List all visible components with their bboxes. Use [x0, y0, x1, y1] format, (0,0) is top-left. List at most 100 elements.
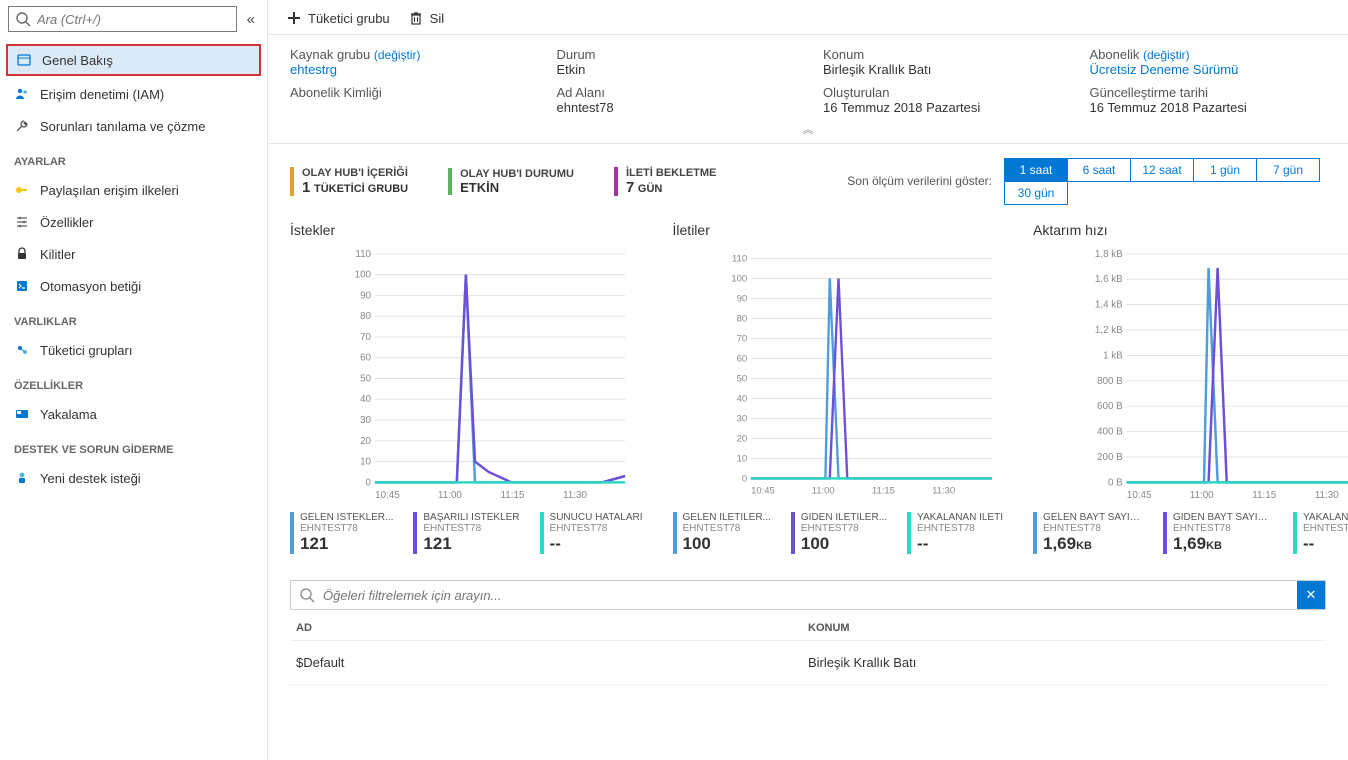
svg-text:400 B: 400 B	[1097, 427, 1123, 438]
svg-text:11:15: 11:15	[501, 490, 525, 501]
sidebar-item-overview[interactable]: Genel Bakış	[6, 44, 261, 76]
status-value: Etkin	[557, 62, 794, 77]
column-header-location[interactable]: KONUM	[808, 622, 1320, 634]
kpi-title: OLAY HUB'I DURUMU	[460, 168, 574, 180]
svg-text:70: 70	[360, 332, 371, 343]
time-range-buttons: 1 saat6 saat12 saat1 gün7 gün 30 gün	[1004, 158, 1326, 204]
sidebar: « Genel Bakış Erişim denetimi (IAM) Soru…	[0, 0, 268, 760]
chart-title: İletiler	[673, 222, 1003, 238]
svg-text:800 B: 800 B	[1097, 376, 1123, 387]
table-row[interactable]: $DefaultBirleşik Krallık Batı	[290, 641, 1326, 685]
plus-icon	[286, 10, 302, 26]
time-range-button[interactable]: 1 saat	[1004, 158, 1068, 182]
column-header-name[interactable]: AD	[296, 622, 808, 634]
svg-text:11:15: 11:15	[871, 486, 894, 497]
svg-text:50: 50	[360, 373, 371, 384]
svg-text:90: 90	[360, 290, 371, 301]
sidebar-section-settings: AYARLAR	[0, 142, 267, 174]
svg-text:200 B: 200 B	[1097, 452, 1123, 463]
updated-label: Güncelleştirme tarihi	[1090, 85, 1327, 100]
svg-text:11:30: 11:30	[1315, 490, 1339, 501]
svg-text:11:00: 11:00	[1190, 490, 1214, 501]
status-label: Durum	[557, 47, 794, 62]
metric: BAŞARILI İSTEKLEREHNTEST78121	[413, 512, 519, 554]
sub-label: Abonelik	[1090, 47, 1140, 62]
svg-text:600 B: 600 B	[1097, 401, 1123, 412]
time-range-button[interactable]: 7 gün	[1256, 158, 1320, 182]
sidebar-item-iam[interactable]: Erişim denetimi (IAM)	[0, 78, 267, 110]
filter-input[interactable]	[323, 588, 1289, 603]
svg-text:11:30: 11:30	[563, 490, 587, 501]
svg-text:80: 80	[736, 313, 747, 324]
filter-clear-button[interactable]: ✕	[1297, 581, 1325, 609]
kpi-title: OLAY HUB'I İÇERİĞİ	[302, 167, 408, 179]
chart-plot[interactable]: 0 B200 B400 B600 B800 B1 kB1,2 kB1,4 kB1…	[1033, 244, 1348, 504]
metric: SUNUCU HATALARIEHNTEST78--	[540, 512, 643, 554]
sidebar-item-automation[interactable]: Otomasyon betiği	[0, 270, 267, 302]
wrench-icon	[14, 118, 30, 134]
time-range-button[interactable]: 1 gün	[1193, 158, 1257, 182]
chart-title: Aktarım hızı	[1033, 222, 1348, 238]
svg-text:1 kB: 1 kB	[1103, 350, 1123, 361]
svg-text:30: 30	[736, 413, 747, 424]
toolbar-label: Sil	[430, 11, 444, 26]
capture-icon	[14, 406, 30, 422]
sidebar-item-consumer-groups[interactable]: Tüketici grupları	[0, 334, 267, 366]
sidebar-item-label: Paylaşılan erişim ilkeleri	[40, 183, 179, 198]
rg-link[interactable]: ehtestrg	[290, 62, 527, 77]
svg-text:11:00: 11:00	[438, 490, 462, 501]
sidebar-item-properties[interactable]: Özellikler	[0, 206, 267, 238]
svg-text:40: 40	[360, 394, 371, 405]
sub-change-link[interactable]: (değiştir)	[1143, 48, 1190, 62]
svg-text:40: 40	[736, 393, 747, 404]
metric: GİDEN İLETİLER...EHNTEST78100	[791, 512, 887, 554]
sidebar-item-locks[interactable]: Kilitler	[0, 238, 267, 270]
svg-text:10: 10	[736, 453, 747, 464]
sidebar-collapse-button[interactable]: «	[243, 9, 259, 30]
location-value: Birleşik Krallık Batı	[823, 62, 1060, 77]
time-range-button[interactable]: 6 saat	[1067, 158, 1131, 182]
svg-text:10:45: 10:45	[1127, 490, 1152, 501]
kpi-value: 1	[302, 179, 310, 196]
svg-text:70: 70	[736, 333, 747, 344]
sidebar-item-support[interactable]: Yeni destek isteği	[0, 462, 267, 494]
sidebar-item-label: Yeni destek isteği	[40, 471, 141, 486]
group-icon	[14, 342, 30, 358]
svg-text:20: 20	[360, 436, 371, 447]
svg-text:10: 10	[360, 457, 371, 468]
time-range-button[interactable]: 12 saat	[1130, 158, 1194, 182]
sidebar-item-capture[interactable]: Yakalama	[0, 398, 267, 430]
sidebar-item-diagnose[interactable]: Sorunları tanılama ve çözme	[0, 110, 267, 142]
created-label: Oluşturulan	[823, 85, 1060, 100]
subid-label: Abonelik Kimliği	[290, 85, 527, 100]
svg-text:60: 60	[360, 353, 371, 364]
delete-button[interactable]: Sil	[408, 10, 444, 26]
lock-icon	[14, 246, 30, 262]
essentials-collapse-handle[interactable]: ︽	[268, 121, 1348, 137]
sub-link[interactable]: Ücretsiz Deneme Sürümü	[1090, 62, 1327, 77]
sidebar-item-label: Genel Bakış	[42, 53, 113, 68]
overview-icon	[16, 52, 32, 68]
add-consumer-group-button[interactable]: Tüketici grubu	[286, 10, 390, 26]
svg-text:1,4 kB: 1,4 kB	[1095, 300, 1123, 311]
svg-text:90: 90	[736, 293, 747, 304]
chart-plot[interactable]: 010203040506070809010011010:4511:0011:15…	[290, 244, 643, 504]
toolbar-label: Tüketici grubu	[308, 11, 390, 26]
search-input[interactable]	[8, 6, 237, 32]
search-icon	[15, 11, 31, 27]
time-range-button[interactable]: 30 gün	[1004, 181, 1068, 205]
support-icon	[14, 470, 30, 486]
sidebar-item-label: Özellikler	[40, 215, 93, 230]
svg-text:100: 100	[731, 273, 747, 284]
kpi-unit: TÜKETİCİ GRUBU	[314, 183, 408, 195]
svg-text:60: 60	[736, 353, 747, 364]
svg-text:50: 50	[736, 373, 747, 384]
rg-change-link[interactable]: (değiştir)	[374, 48, 421, 62]
updated-value: 16 Temmuz 2018 Pazartesi	[1090, 100, 1327, 115]
essentials-panel: Kaynak grubu (değiştir) ehtestrg Durum E…	[268, 35, 1348, 123]
metric: GELEN İSTEKLER...EHNTEST78121	[290, 512, 393, 554]
chart-plot[interactable]: 010203040506070809010011010:4511:0011:15…	[673, 244, 1003, 504]
consumer-groups-table: AD KONUM $DefaultBirleşik Krallık Batı	[290, 610, 1326, 685]
sidebar-item-shared-access[interactable]: Paylaşılan erişim ilkeleri	[0, 174, 267, 206]
metric: YAKALANAN BAYTLAREHNTEST78--	[1293, 512, 1348, 554]
